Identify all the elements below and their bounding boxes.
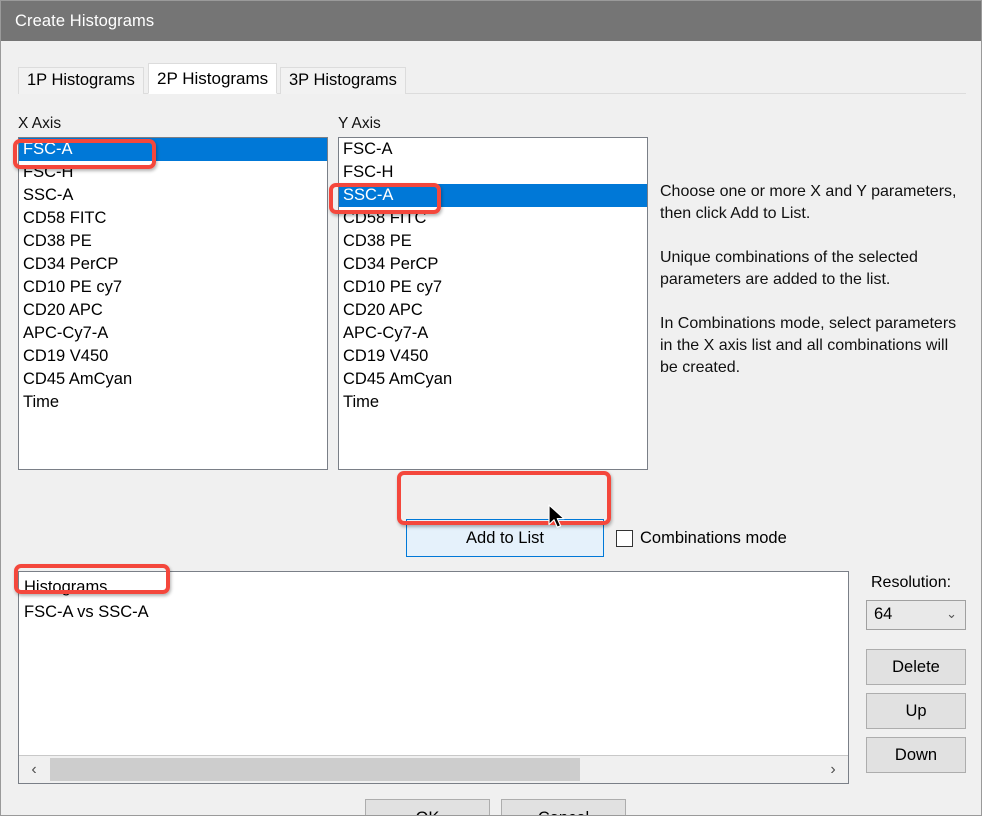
title-bar: Create Histograms: [1, 1, 982, 41]
y-axis-list-item[interactable]: CD58 FITC: [339, 207, 647, 230]
x-axis-list-item[interactable]: CD38 PE: [19, 230, 327, 253]
tab-3p-histograms[interactable]: 3P Histograms: [280, 67, 406, 94]
create-histograms-dialog: Create Histograms 1P Histograms 2P Histo…: [0, 0, 982, 816]
add-to-list-button[interactable]: Add to List: [406, 519, 604, 557]
help-text: Choose one or more X and Y parameters, t…: [660, 181, 970, 379]
y-axis-list-item[interactable]: SSC-A: [339, 184, 647, 207]
scroll-right-arrow-icon[interactable]: ›: [818, 756, 848, 783]
x-axis-listbox[interactable]: FSC-AFSC-HSSC-ACD58 FITCCD38 PECD34 PerC…: [18, 137, 328, 470]
combinations-mode-checkbox[interactable]: Combinations mode: [616, 530, 787, 550]
x-axis-list-item[interactable]: CD10 PE cy7: [19, 276, 327, 299]
dialog-client-area: 1P Histograms 2P Histograms 3P Histogram…: [2, 41, 982, 815]
x-axis-list-item[interactable]: APC-Cy7-A: [19, 322, 327, 345]
horizontal-scrollbar[interactable]: ‹ ›: [19, 755, 848, 783]
histograms-listbox[interactable]: Histograms FSC-A vs SSC-A ‹ ›: [18, 571, 849, 784]
histogram-list-item[interactable]: FSC-A vs SSC-A: [24, 603, 149, 622]
histograms-header: Histograms: [24, 578, 107, 597]
help-paragraph-3: In Combinations mode, select parameters …: [660, 313, 970, 379]
ok-button[interactable]: OK: [365, 799, 490, 816]
y-axis-list-item[interactable]: FSC-H: [339, 161, 647, 184]
y-axis-list-item[interactable]: CD10 PE cy7: [339, 276, 647, 299]
tab-strip: 1P Histograms 2P Histograms 3P Histogram…: [18, 63, 966, 95]
window-title: Create Histograms: [15, 12, 154, 31]
x-axis-list-item[interactable]: CD19 V450: [19, 345, 327, 368]
y-axis-listbox[interactable]: FSC-AFSC-HSSC-ACD58 FITCCD38 PECD34 PerC…: [338, 137, 648, 470]
y-axis-list-item[interactable]: APC-Cy7-A: [339, 322, 647, 345]
x-axis-list-item[interactable]: CD58 FITC: [19, 207, 327, 230]
y-axis-list-item[interactable]: CD38 PE: [339, 230, 647, 253]
y-axis-list-item[interactable]: FSC-A: [339, 138, 647, 161]
cancel-button[interactable]: Cancel: [501, 799, 626, 816]
delete-button[interactable]: Delete: [866, 649, 966, 685]
y-axis-list-item[interactable]: CD20 APC: [339, 299, 647, 322]
resolution-value: 64: [874, 605, 892, 624]
combinations-mode-label: Combinations mode: [640, 530, 787, 547]
tab-1p-histograms[interactable]: 1P Histograms: [18, 67, 144, 94]
checkbox-box-icon[interactable]: [616, 530, 633, 547]
y-axis-label: Y Axis: [338, 115, 381, 133]
help-paragraph-1: Choose one or more X and Y parameters, t…: [660, 181, 970, 225]
resolution-dropdown[interactable]: 64 ⌄: [866, 600, 966, 630]
x-axis-list-item[interactable]: CD45 AmCyan: [19, 368, 327, 391]
y-axis-list-item[interactable]: CD45 AmCyan: [339, 368, 647, 391]
scrollbar-thumb[interactable]: [50, 758, 580, 781]
y-axis-list-item[interactable]: CD19 V450: [339, 345, 647, 368]
y-axis-list-item[interactable]: Time: [339, 391, 647, 414]
scroll-left-arrow-icon[interactable]: ‹: [19, 756, 49, 783]
x-axis-label: X Axis: [18, 115, 61, 133]
resolution-label: Resolution:: [871, 574, 951, 592]
y-axis-list-item[interactable]: CD34 PerCP: [339, 253, 647, 276]
x-axis-list-item[interactable]: FSC-A: [19, 138, 327, 161]
x-axis-list-item[interactable]: CD20 APC: [19, 299, 327, 322]
move-up-button[interactable]: Up: [866, 693, 966, 729]
x-axis-list-item[interactable]: CD34 PerCP: [19, 253, 327, 276]
x-axis-list-item[interactable]: FSC-H: [19, 161, 327, 184]
help-paragraph-2: Unique combinations of the selected para…: [660, 247, 970, 291]
x-axis-list-item[interactable]: Time: [19, 391, 327, 414]
move-down-button[interactable]: Down: [866, 737, 966, 773]
chevron-down-icon: ⌄: [946, 606, 957, 622]
tab-2p-histograms[interactable]: 2P Histograms: [148, 63, 277, 94]
x-axis-list-item[interactable]: SSC-A: [19, 184, 327, 207]
